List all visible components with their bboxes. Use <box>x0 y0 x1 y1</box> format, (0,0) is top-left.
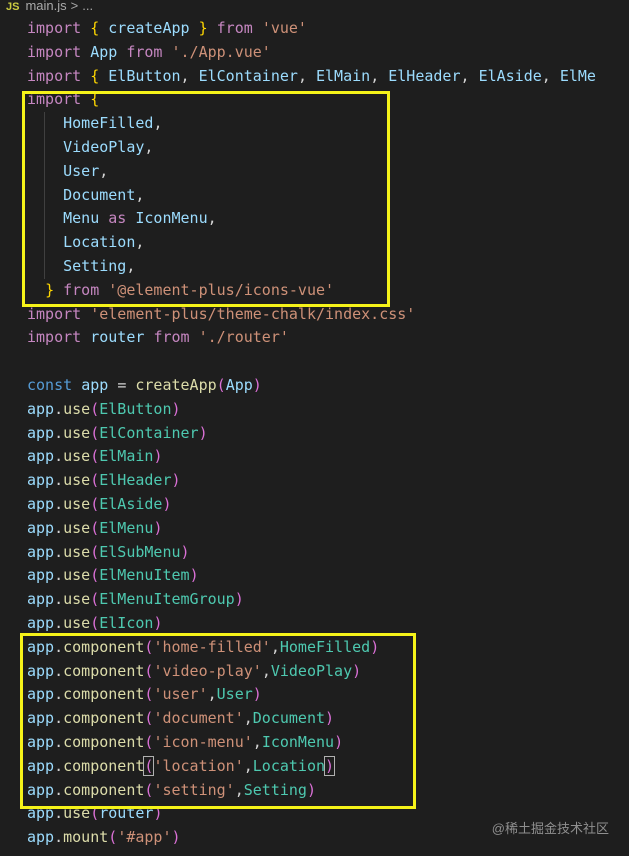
code-line[interactable]: app.use(ElMenuItem) <box>0 564 629 588</box>
code-line[interactable]: app.component('icon-menu',IconMenu) <box>0 731 629 755</box>
code-text: app.use(ElSubMenu) <box>27 542 190 561</box>
code-line[interactable]: VideoPlay, <box>0 135 629 160</box>
code-text: import { <box>27 90 100 109</box>
code-line[interactable]: Setting, <box>0 254 629 279</box>
code-line[interactable]: app.component('home-filled',HomeFilled) <box>0 636 629 660</box>
code-line[interactable]: app.component('user',User) <box>0 683 629 707</box>
code-line[interactable]: const app = createApp(App) <box>0 374 629 398</box>
code-text: app.component('location',Location) <box>27 755 336 776</box>
code-text: app.use(ElIcon) <box>27 613 163 632</box>
code-line[interactable]: import { <box>0 88 629 112</box>
code-text: app.use(ElAside) <box>27 494 172 513</box>
code-text: app.use(ElMenuItemGroup) <box>27 590 244 609</box>
code-text: import 'element-plus/theme-chalk/index.c… <box>27 304 416 323</box>
breadcrumb-trail[interactable]: ... <box>82 0 93 12</box>
code-text: app.component('setting',Setting) <box>27 780 316 799</box>
code-text: import router from './router' <box>27 328 289 347</box>
code-text: const app = createApp(App) <box>27 375 262 394</box>
code-text: app.use(ElButton) <box>27 399 181 418</box>
code-editor[interactable]: import { createApp } from 'vue' import Ap… <box>0 17 629 850</box>
code-line[interactable]: } from '@element-plus/icons-vue' <box>0 279 629 303</box>
code-text: VideoPlay, <box>63 137 154 156</box>
code-text: app.use(router) <box>27 804 163 823</box>
code-text: import App from './App.vue' <box>27 42 271 61</box>
javascript-file-icon: JS <box>6 1 20 12</box>
code-line[interactable]: import router from './router' <box>0 326 629 350</box>
code-line[interactable]: app.component('location',Location) <box>0 755 629 779</box>
watermark: @稀土掘金技术社区 <box>491 821 609 836</box>
code-line[interactable]: import { createApp } from 'vue' <box>0 17 629 41</box>
code-line[interactable]: HomeFilled, <box>0 112 629 136</box>
code-line[interactable]: app.component('document',Document) <box>0 707 629 731</box>
code-line[interactable]: app.use(ElAside) <box>0 493 629 517</box>
code-text: app.component('video-play',VideoPlay) <box>27 661 362 680</box>
code-text: app.use(ElMenuItem) <box>27 566 199 585</box>
code-text: app.component('home-filled',HomeFilled) <box>27 637 380 656</box>
indent-guide <box>44 159 45 184</box>
code-line[interactable]: app.component('setting',Setting) <box>0 779 629 803</box>
indent-guide <box>44 231 45 255</box>
code-text: HomeFilled, <box>63 114 163 133</box>
indent-guide <box>44 183 45 208</box>
chevron-right-icon: > <box>70 0 79 12</box>
code-text: app.use(ElMain) <box>27 447 163 466</box>
indent-guide <box>44 135 45 160</box>
code-line[interactable]: app.use(ElMain) <box>0 445 629 469</box>
code-line[interactable]: import 'element-plus/theme-chalk/index.c… <box>0 303 629 327</box>
code-line[interactable]: import { ElButton, ElContainer, ElMain, … <box>0 65 629 89</box>
code-line[interactable]: app.use(ElMenuItemGroup) <box>0 588 629 612</box>
indent-guide <box>44 207 45 232</box>
code-line[interactable]: app.use(ElHeader) <box>0 469 629 493</box>
code-line[interactable]: app.component('video-play',VideoPlay) <box>0 660 629 684</box>
code-line[interactable]: Location, <box>0 231 629 255</box>
code-line[interactable]: app.use(ElSubMenu) <box>0 541 629 565</box>
code-line[interactable]: import App from './App.vue' <box>0 41 629 65</box>
code-line[interactable]: app.use(ElIcon) <box>0 612 629 636</box>
indent-guide <box>44 254 45 279</box>
code-text: app.use(ElHeader) <box>27 471 181 490</box>
code-text: app.component('user',User) <box>27 685 262 704</box>
code-text: import { createApp } from 'vue' <box>27 19 307 37</box>
code-text: app.component('document',Document) <box>27 709 335 728</box>
code-line[interactable]: User, <box>0 159 629 184</box>
code-text: import { ElButton, ElContainer, ElMain, … <box>27 66 596 85</box>
code-line[interactable]: app.use(ElButton) <box>0 398 629 422</box>
code-text: app.use(ElMenu) <box>27 518 163 537</box>
code-text: app.component('icon-menu',IconMenu) <box>27 732 344 751</box>
code-line[interactable]: app.use(ElMenu) <box>0 517 629 541</box>
code-text: } from '@element-plus/icons-vue' <box>45 280 335 299</box>
code-line[interactable]: Menu as IconMenu, <box>0 207 629 232</box>
breadcrumb-file-name[interactable]: main.js <box>25 0 66 12</box>
code-text: User, <box>63 161 109 180</box>
code-line[interactable]: Document, <box>0 183 629 208</box>
code-text: app.mount('#app') <box>27 828 181 847</box>
indent-guide <box>44 112 45 136</box>
code-line[interactable] <box>0 350 629 374</box>
breadcrumb: JS main.js >... <box>0 0 629 12</box>
code-text: app.use(ElContainer) <box>27 423 208 442</box>
code-line[interactable]: app.use(ElContainer) <box>0 422 629 446</box>
code-text: Menu as IconMenu, <box>63 209 217 228</box>
